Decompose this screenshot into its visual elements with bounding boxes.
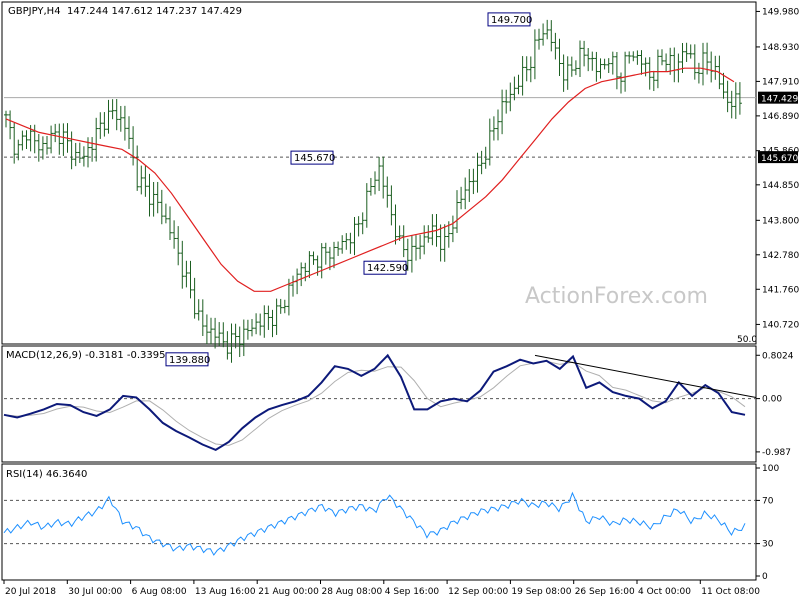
x-tick-label: 30 Jul 00:00: [68, 587, 122, 597]
price-tick-label: 149.980: [762, 7, 799, 17]
watermark: ActionForex.com: [525, 284, 708, 309]
price-annotation: 139.880: [165, 352, 210, 367]
price-annotation: 142.590: [363, 260, 408, 275]
rsi-tick-label: 70: [762, 496, 774, 506]
x-tick-label: 12 Sep 00:00: [448, 587, 508, 597]
x-tick-label: 4 Oct 00:00: [638, 587, 691, 597]
macd-tick-label: -0.987: [762, 448, 791, 458]
macd-tick-label: 0.00: [762, 395, 782, 405]
price-level-box: 145.670: [758, 151, 798, 164]
price-annotation-label: 139.880: [169, 355, 210, 366]
price-level-box: 147.429: [758, 91, 798, 105]
x-tick-label: 13 Aug 16:00: [195, 587, 256, 597]
x-tick-label: 11 Oct 08:00: [701, 587, 760, 597]
current-price-marker: 147.429 145.670: [758, 91, 798, 164]
price-annotation: 145.670: [290, 150, 335, 165]
macd-y-axis: 0.8024 0.00 -0.987: [756, 351, 794, 458]
price-tick-label: 144.850: [762, 181, 799, 191]
rsi-tick-label: 30: [762, 540, 774, 550]
price-tick-label: 141.760: [762, 285, 799, 295]
price-title: GBPJPY,H4: [8, 6, 61, 17]
chart-root: ActionForex.com GBPJPY,H4 147.244 147.61…: [1, 1, 799, 597]
macd-title: MACD(12,26,9) -0.3181 -0.3395: [6, 350, 166, 361]
x-tick-label: 26 Sep 16:00: [575, 587, 635, 597]
price-tick-label: 143.800: [762, 216, 799, 226]
price-annotation-label: 149.700: [491, 15, 532, 26]
price-tick-label: 147.910: [762, 77, 799, 87]
x-tick-label: 21 Aug 00:00: [258, 587, 319, 597]
price-tick-label: 140.720: [762, 320, 799, 330]
rsi-tick-label: 0: [762, 572, 768, 582]
level-50-label: 50.0: [737, 335, 757, 345]
price-annotation-label: 145.670: [294, 153, 335, 164]
macd-tick-label: 0.8024: [762, 351, 794, 361]
price-y-axis: 149.980148.930147.910146.890145.860144.8…: [756, 7, 799, 330]
rsi-title: RSI(14) 46.3640: [6, 469, 87, 480]
price-ohlc: 147.244 147.612 147.237 147.429: [67, 6, 242, 17]
price-annotation: 149.700: [487, 12, 532, 27]
price-tick-label: 148.930: [762, 43, 799, 53]
x-tick-label: 4 Sep 16:00: [385, 587, 440, 597]
price-annotation-label: 142.590: [367, 263, 408, 274]
x-tick-label: 6 Aug 08:00: [132, 587, 187, 597]
x-axis: 20 Jul 2018 30 Jul 00:00 6 Aug 08:00 13 Aug…: [3, 580, 760, 597]
price-level-label: 147.429: [761, 95, 798, 105]
x-tick-label: 20 Jul 2018: [5, 587, 56, 597]
price-tick-label: 146.890: [762, 112, 799, 122]
x-tick-label: 19 Sep 08:00: [511, 587, 571, 597]
rsi-tick-label: 100: [762, 464, 779, 474]
rsi-y-axis: 100 70 30 0: [756, 464, 779, 582]
price-tick-label: 142.780: [762, 251, 799, 261]
price-level-label: 145.670: [761, 154, 798, 164]
x-tick-label: 28 Aug 08:00: [322, 587, 383, 597]
